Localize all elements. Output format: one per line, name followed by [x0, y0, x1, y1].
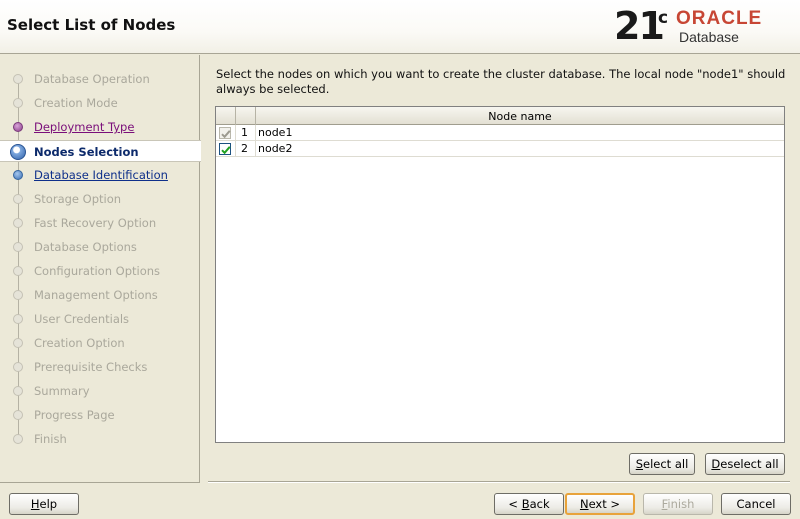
- step-indicator-icon: [13, 290, 23, 300]
- step-indicator-icon: [13, 338, 23, 348]
- step-label: Creation Mode: [34, 96, 118, 110]
- step-management-options: Management Options: [0, 284, 200, 306]
- header-index-column[interactable]: [236, 107, 256, 125]
- step-indicator-icon: [13, 314, 23, 324]
- step-indicator-icon: [13, 362, 23, 372]
- finish-button[interactable]: Finish: [643, 493, 713, 515]
- step-finish: Finish: [0, 428, 200, 450]
- step-label: Management Options: [34, 288, 158, 302]
- step-user-credentials: User Credentials: [0, 308, 200, 330]
- logo-version: 21: [614, 4, 665, 48]
- nodes-table: Node name 1 node1 2 node2: [215, 106, 785, 443]
- node-checkbox: [219, 127, 231, 139]
- step-label: Database Identification: [34, 168, 168, 182]
- table-row[interactable]: 1 node1: [216, 125, 784, 141]
- step-label: Configuration Options: [34, 264, 161, 278]
- row-node-name: node2: [258, 142, 293, 155]
- steps-panel: Database Operation Creation Mode Deploymen…: [0, 55, 201, 482]
- step-label: Summary: [34, 384, 90, 398]
- oracle-logo: 21 c ORACLE Database: [614, 4, 794, 50]
- row-index: 1: [236, 125, 256, 141]
- step-database-operation: Database Operation: [0, 68, 200, 90]
- step-label: Database Operation: [34, 72, 150, 86]
- step-configuration-options: Configuration Options: [0, 260, 200, 282]
- select-all-button[interactable]: Select all: [629, 453, 695, 475]
- help-button[interactable]: Help: [9, 493, 79, 515]
- footer-separator: [0, 482, 200, 483]
- step-label: Storage Option: [34, 192, 122, 206]
- step-indicator-icon: [13, 434, 23, 444]
- step-progress-page: Progress Page: [0, 404, 200, 426]
- step-indicator-icon: [13, 242, 23, 252]
- step-indicator-icon: [13, 122, 23, 132]
- step-nodes-selection[interactable]: Nodes Selection: [0, 140, 201, 162]
- next-button[interactable]: Next >: [565, 493, 635, 515]
- step-label: Database Options: [34, 240, 137, 254]
- step-indicator-icon: [13, 74, 23, 84]
- step-label: Nodes Selection: [34, 145, 139, 159]
- content-separator: [208, 481, 790, 483]
- row-checkbox-cell: [216, 141, 236, 157]
- cancel-button[interactable]: Cancel: [721, 493, 791, 515]
- step-label: Deployment Type: [34, 120, 135, 134]
- step-indicator-icon: [13, 266, 23, 276]
- instruction-text: Select the nodes on which you want to cr…: [216, 67, 786, 96]
- step-indicator-icon: [13, 218, 23, 228]
- header: Select List of Nodes 21 c ORACLE Databas…: [0, 0, 800, 54]
- step-deployment-type[interactable]: Deployment Type: [0, 116, 200, 138]
- page-title: Select List of Nodes: [7, 16, 176, 34]
- step-indicator-icon: [13, 170, 23, 180]
- step-creation-mode: Creation Mode: [0, 92, 200, 114]
- logo-superscript: c: [658, 8, 669, 28]
- logo-brand: ORACLE: [676, 8, 763, 29]
- step-database-identification[interactable]: Database Identification: [0, 164, 200, 186]
- table-row[interactable]: 2 node2: [216, 141, 784, 157]
- row-index: 2: [236, 141, 256, 157]
- step-indicator-icon: [13, 194, 23, 204]
- step-label: Fast Recovery Option: [34, 216, 157, 230]
- step-creation-option: Creation Option: [0, 332, 200, 354]
- step-storage-option: Storage Option: [0, 188, 200, 210]
- step-indicator-icon: [13, 98, 23, 108]
- step-summary: Summary: [0, 380, 200, 402]
- step-label: Finish: [34, 432, 67, 446]
- row-checkbox-cell: [216, 125, 236, 141]
- checkmark-icon: [221, 130, 231, 139]
- step-fast-recovery-option: Fast Recovery Option: [0, 212, 200, 234]
- table-header: Node name: [216, 107, 784, 125]
- back-button[interactable]: < Back: [494, 493, 564, 515]
- header-checkbox-column[interactable]: [216, 107, 236, 125]
- step-database-options: Database Options: [0, 236, 200, 258]
- step-indicator-icon: [13, 386, 23, 396]
- step-prerequisite-checks: Prerequisite Checks: [0, 356, 200, 378]
- step-label: Creation Option: [34, 336, 125, 350]
- step-label: Progress Page: [34, 408, 115, 422]
- row-node-name: node1: [258, 126, 293, 139]
- deselect-all-button[interactable]: Deselect all: [705, 453, 785, 475]
- node-checkbox[interactable]: [219, 143, 231, 155]
- step-label: Prerequisite Checks: [34, 360, 148, 374]
- checkmark-icon: [221, 146, 231, 155]
- logo-product: Database: [679, 29, 739, 45]
- step-label: User Credentials: [34, 312, 130, 326]
- header-node-name-column[interactable]: Node name: [256, 107, 784, 125]
- step-indicator-icon: [13, 410, 23, 420]
- step-indicator-icon: [10, 144, 26, 160]
